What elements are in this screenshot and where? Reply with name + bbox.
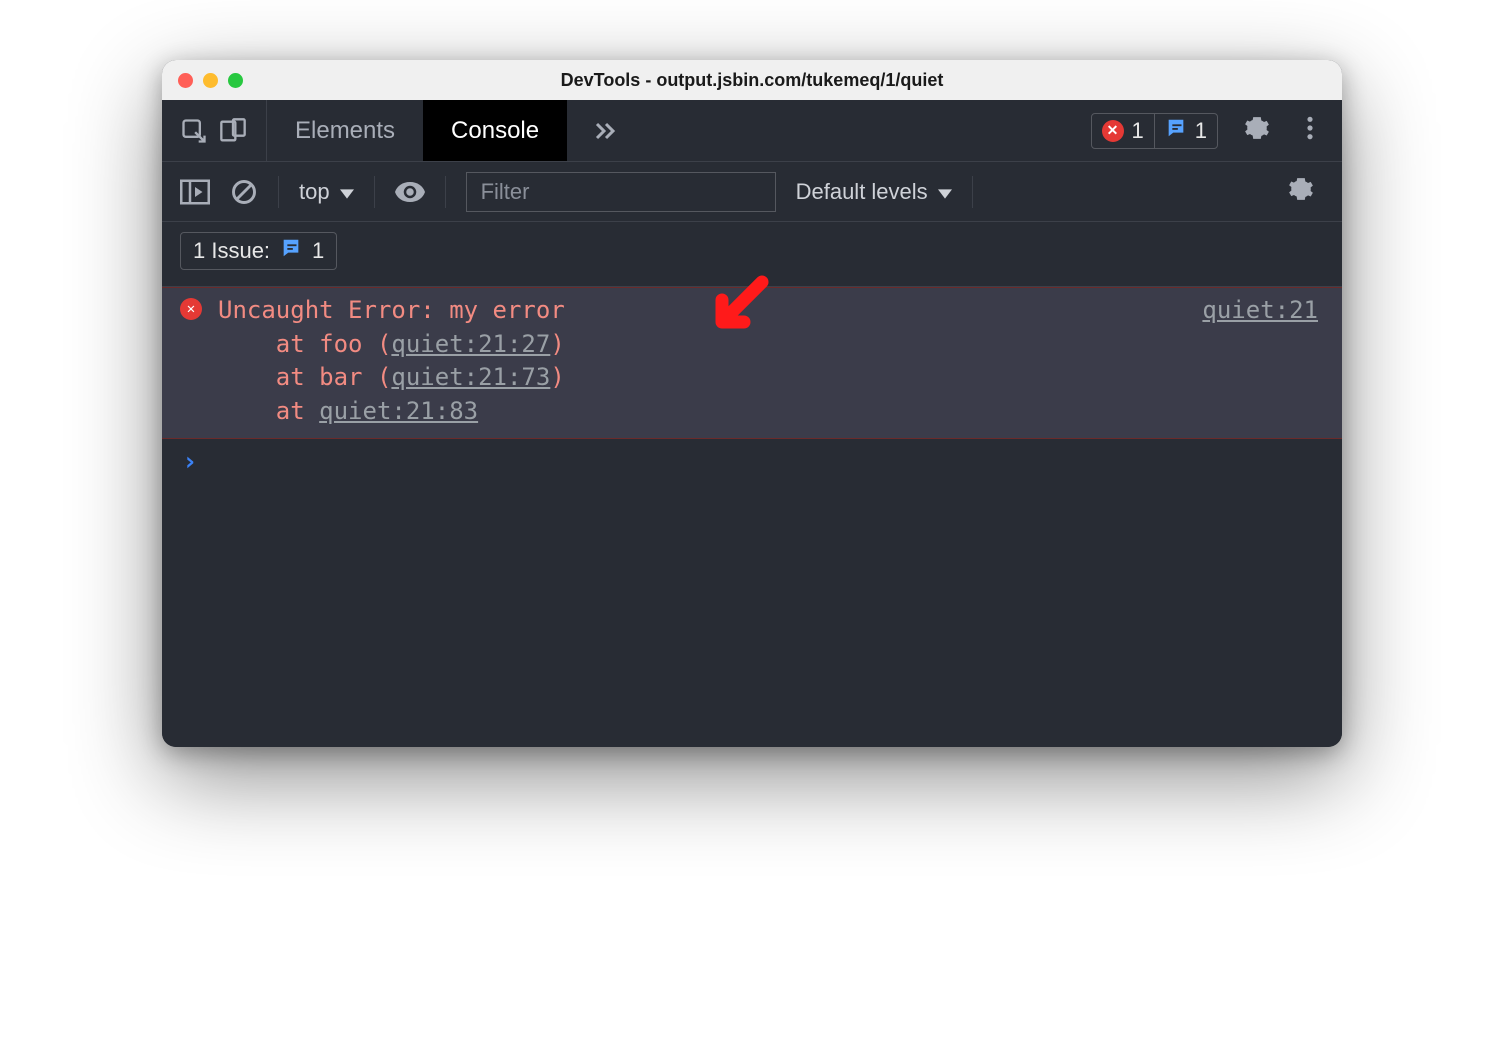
- tabstrip-right: ✕ 1 1: [1073, 100, 1343, 161]
- source-link[interactable]: quiet:21: [1202, 296, 1318, 324]
- error-badge-icon: ✕: [180, 298, 202, 320]
- settings-button[interactable]: [1234, 115, 1280, 146]
- live-expression-icon[interactable]: [395, 181, 425, 203]
- stack-prefix: at: [218, 397, 319, 425]
- stack-frame-link[interactable]: quiet:21:83: [319, 397, 478, 425]
- dropdown-triangle-icon: [340, 179, 354, 205]
- inspect-tools: [162, 100, 267, 161]
- stack-suffix: ): [550, 330, 564, 358]
- issues-chip[interactable]: 1 Issue: 1: [180, 232, 337, 270]
- context-label: top: [299, 179, 330, 205]
- more-menu-button[interactable]: [1296, 115, 1324, 146]
- console-prompt[interactable]: ›: [162, 439, 1342, 485]
- device-toolbar-icon[interactable]: [218, 117, 248, 145]
- log-levels-selector[interactable]: Default levels: [796, 179, 952, 205]
- tab-console[interactable]: Console: [423, 100, 567, 161]
- dropdown-triangle-icon: [938, 179, 952, 205]
- divider: [278, 176, 279, 208]
- divider: [972, 176, 973, 208]
- context-selector[interactable]: top: [299, 179, 354, 205]
- stack-frame-link[interactable]: quiet:21:27: [391, 330, 550, 358]
- stack-suffix: ): [550, 363, 564, 391]
- sidebar-toggle-icon[interactable]: [180, 179, 210, 205]
- filter-input[interactable]: [466, 172, 776, 212]
- tab-elements[interactable]: Elements: [267, 100, 423, 161]
- console-error-message: ✕ quiet:21 Uncaught Error: my error at f…: [162, 287, 1342, 439]
- window-title: DevTools - output.jsbin.com/tukemeq/1/qu…: [162, 70, 1342, 91]
- issues-pill[interactable]: 1: [1154, 114, 1217, 148]
- inspect-element-icon[interactable]: [180, 117, 208, 145]
- prompt-caret-icon: ›: [182, 447, 198, 477]
- error-icon: ✕: [1102, 120, 1124, 142]
- titlebar: DevTools - output.jsbin.com/tukemeq/1/qu…: [162, 60, 1342, 100]
- stack-prefix: at bar (: [218, 363, 391, 391]
- status-pills: ✕ 1 1: [1091, 113, 1219, 149]
- stack-frame-link[interactable]: quiet:21:73: [391, 363, 550, 391]
- issue-icon: [280, 237, 302, 265]
- error-title: Uncaught Error: my error: [218, 296, 565, 324]
- issues-row: 1 Issue: 1: [162, 222, 1342, 287]
- chevron-double-right-icon: [591, 119, 619, 143]
- divider: [445, 176, 446, 208]
- clear-console-icon[interactable]: [230, 178, 258, 206]
- error-text: Uncaught Error: my error at foo (quiet:2…: [182, 294, 1322, 428]
- stack-prefix: at foo (: [218, 330, 391, 358]
- tabs-overflow[interactable]: [567, 100, 643, 161]
- errors-count: 1: [1132, 118, 1144, 144]
- console-toolbar: top Default levels: [162, 162, 1342, 222]
- errors-pill[interactable]: ✕ 1: [1092, 114, 1154, 148]
- devtools-window: DevTools - output.jsbin.com/tukemeq/1/qu…: [162, 60, 1342, 747]
- console-settings-button[interactable]: [1278, 176, 1324, 207]
- console-messages: ✕ quiet:21 Uncaught Error: my error at f…: [162, 287, 1342, 747]
- issues-label: 1 Issue:: [193, 238, 270, 264]
- issues-count: 1: [1195, 118, 1207, 144]
- issue-icon: [1165, 117, 1187, 145]
- divider: [374, 176, 375, 208]
- levels-label: Default levels: [796, 179, 928, 205]
- issues-chip-count: 1: [312, 238, 324, 264]
- panel-tabstrip: Elements Console ✕ 1 1: [162, 100, 1342, 162]
